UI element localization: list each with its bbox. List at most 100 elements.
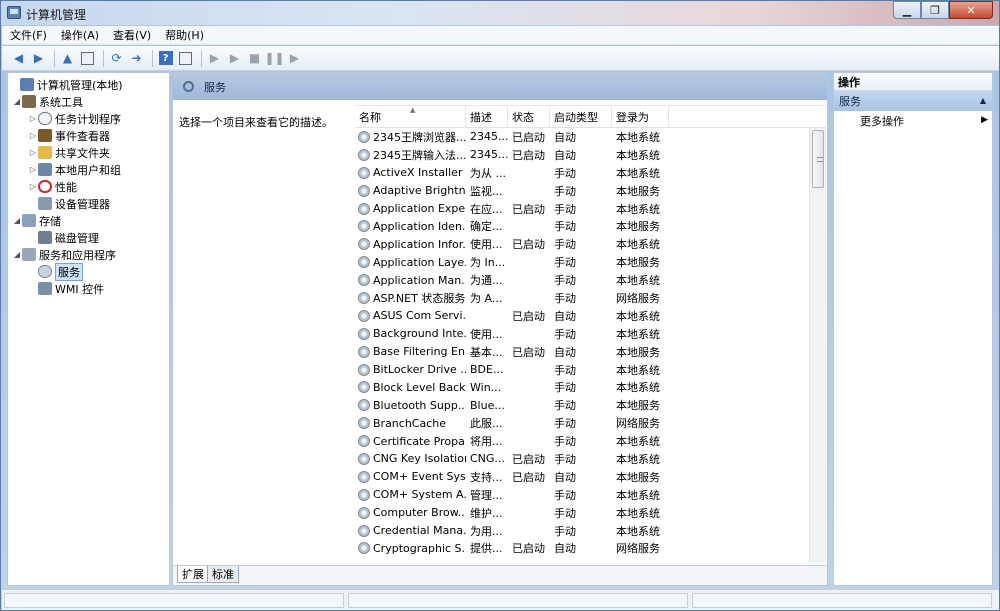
service-row[interactable]: Certificate Propa... 将用... 手动 本地系统 [355, 432, 826, 450]
tab-standard[interactable]: 标准 [207, 566, 239, 583]
service-row[interactable]: Cryptographic S... 提供... 已启动 自动 网络服务 [355, 539, 826, 557]
window-title: 计算机管理 [26, 8, 87, 22]
services-panel: 服务 选择一个项目来查看它的描述。 名称 ▲ 描述 状态 启动类型 登录为 23… [172, 72, 828, 586]
service-row[interactable]: Background Inte... 使用... 手动 本地系统 [355, 325, 826, 343]
service-row[interactable]: Bluetooth Supp... Blue... 手动 本地服务 [355, 396, 826, 414]
tree-wmi-control[interactable]: WMI 控件 [8, 280, 169, 297]
computer-management-icon [7, 6, 21, 19]
up-folder-icon[interactable]: ▲ [59, 50, 76, 67]
service-startup-type: 手动 [554, 435, 576, 449]
tree-shared-folders[interactable]: ▷ 共享文件夹 [8, 144, 169, 161]
service-row[interactable]: 2345王牌浏览器... 2345... 已启动 自动 本地系统 [355, 128, 826, 146]
tree-services-apps[interactable]: ◢ 服务和应用程序 [8, 246, 169, 263]
service-row[interactable]: Block Level Back... Win... 手动 本地系统 [355, 378, 826, 396]
actions-group-services[interactable]: 服务 ▲ [834, 91, 992, 111]
collapse-arrow-icon[interactable]: ◢ [12, 97, 22, 106]
tree-disk-management[interactable]: 磁盘管理 [8, 229, 169, 246]
tree-local-users[interactable]: ▷ 本地用户和组 [8, 161, 169, 178]
expand-arrow-icon[interactable]: ▷ [28, 165, 38, 174]
service-name-cell: ASUS Com Servi... [355, 309, 466, 322]
help-icon[interactable]: ? [157, 50, 174, 67]
expand-arrow-icon[interactable]: ▷ [28, 114, 38, 123]
tree-performance[interactable]: ▷ 性能 [8, 178, 169, 195]
tree-system-tools[interactable]: ◢ 系统工具 [8, 93, 169, 110]
minimize-button[interactable]: ▁ [893, 1, 921, 19]
service-description: 确定... [470, 220, 503, 234]
tree-event-viewer-label: 事件查看器 [55, 129, 110, 143]
tree-root[interactable]: 计算机管理(本地) [8, 76, 169, 93]
service-name-cell: Application Iden... [355, 220, 466, 233]
restart-service-icon[interactable]: ▶ [286, 50, 303, 67]
services-panel-header: 服务 [173, 73, 827, 100]
collapse-arrow-icon[interactable]: ◢ [12, 216, 22, 225]
service-gear-icon [358, 256, 370, 269]
tree-event-viewer[interactable]: ▷ 事件查看器 [8, 127, 169, 144]
service-row[interactable]: ASUS Com Servi... 已启动 自动 本地系统 [355, 307, 826, 325]
start-service-icon[interactable]: ▶ [206, 50, 223, 67]
service-row[interactable]: Application Expe... 在应... 已启动 手动 本地系统 [355, 200, 826, 218]
column-logon-as[interactable]: 登录为 [612, 106, 669, 127]
service-row[interactable]: Credential Mana... 为用... 手动 本地系统 [355, 522, 826, 540]
service-row[interactable]: Adaptive Brightn... 监视... 手动 本地服务 [355, 182, 826, 200]
service-name: Application Expe... [373, 202, 466, 215]
service-row[interactable]: COM+ System A... 管理... 手动 本地系统 [355, 486, 826, 504]
service-row[interactable]: ActiveX Installer ... 为从 ... 手动 本地系统 [355, 164, 826, 182]
service-name-cell: Adaptive Brightn... [355, 184, 466, 197]
service-name: CNG Key Isolation [373, 452, 466, 466]
tab-extended[interactable]: 扩展 [177, 566, 209, 583]
maximize-button[interactable]: ❐ [921, 1, 949, 19]
expand-arrow-icon[interactable]: ▷ [28, 182, 38, 191]
tree-services[interactable]: 服务 [8, 262, 169, 281]
service-name-cell: COM+ Event Sys... [355, 470, 466, 483]
menu-action[interactable]: 操作(A) [61, 27, 99, 43]
service-row[interactable]: Application Laye... 为 In... 手动 本地服务 [355, 253, 826, 271]
close-button[interactable]: ✕ [949, 1, 993, 19]
scrollbar-thumb[interactable] [812, 130, 824, 188]
service-row[interactable]: Application Infor... 使用... 已启动 手动 本地系统 [355, 235, 826, 253]
service-name-cell: Credential Mana... [355, 524, 466, 537]
service-row[interactable]: 2345王牌输入法... 2345... 已启动 自动 本地系统 [355, 146, 826, 164]
menu-file[interactable]: 文件(F) [10, 27, 47, 43]
show-action-pane-icon[interactable] [177, 50, 194, 67]
service-name: 2345王牌浏览器... [373, 130, 466, 144]
column-startup-type[interactable]: 启动类型 [550, 106, 612, 127]
expand-arrow-icon[interactable]: ▷ [28, 131, 38, 140]
column-status[interactable]: 状态 [508, 106, 550, 127]
start-service-alt-icon[interactable]: ▶ [226, 50, 243, 67]
service-startup-type: 自动 [554, 309, 576, 323]
service-gear-icon [358, 274, 370, 287]
collapse-arrow-icon[interactable]: ◢ [12, 250, 22, 259]
expand-arrow-icon[interactable]: ▷ [28, 148, 38, 157]
service-row[interactable]: Base Filtering En... 基本... 已启动 自动 本地服务 [355, 343, 826, 361]
refresh-icon[interactable]: ⟳ [108, 50, 125, 67]
service-row[interactable]: Computer Brow... 维护... 手动 本地系统 [355, 504, 826, 522]
show-tree-icon[interactable] [79, 50, 96, 67]
service-startup-type: 手动 [554, 524, 576, 538]
service-row[interactable]: BranchCache 此服... 手动 网络服务 [355, 414, 826, 432]
collapse-up-icon[interactable]: ▲ [980, 96, 986, 105]
vertical-scrollbar[interactable] [809, 128, 826, 563]
forward-arrow-icon[interactable]: ▶ [30, 50, 47, 67]
column-description[interactable]: 描述 [466, 106, 508, 127]
menu-view[interactable]: 查看(V) [113, 27, 151, 43]
export-list-icon[interactable]: ➜ [128, 50, 145, 67]
back-arrow-icon[interactable]: ◀ [10, 50, 27, 67]
service-row[interactable]: COM+ Event Sys... 支持... 已启动 自动 本地服务 [355, 468, 826, 486]
service-row[interactable]: ASP.NET 状态服务为 A... 手动 网络服务 [355, 289, 826, 307]
stop-service-icon[interactable]: ■ [246, 50, 263, 67]
service-name-cell: BitLocker Drive ... [355, 363, 466, 376]
service-logon: 网络服务 [616, 542, 660, 556]
service-row[interactable]: Application Man... 为通... 手动 本地系统 [355, 271, 826, 289]
more-actions-item[interactable]: 更多操作 ▶ [834, 111, 992, 131]
pause-service-icon[interactable]: ❚❚ [264, 50, 284, 67]
tree-task-scheduler[interactable]: ▷ 任务计划程序 [8, 110, 169, 127]
service-name: 2345王牌输入法... [373, 148, 466, 162]
service-row[interactable]: BitLocker Drive ... BDE... 手动 本地系统 [355, 361, 826, 379]
service-status: 已启动 [512, 470, 545, 484]
tree-device-manager[interactable]: 设备管理器 [8, 195, 169, 212]
service-row[interactable]: Application Iden... 确定... 手动 本地服务 [355, 217, 826, 235]
tree-storage[interactable]: ◢ 存储 [8, 212, 169, 229]
menu-help[interactable]: 帮助(H) [165, 27, 204, 43]
service-name-cell: 2345王牌输入法... [355, 147, 466, 163]
service-row[interactable]: CNG Key Isolation CNG... 已启动 手动 本地系统 [355, 450, 826, 468]
